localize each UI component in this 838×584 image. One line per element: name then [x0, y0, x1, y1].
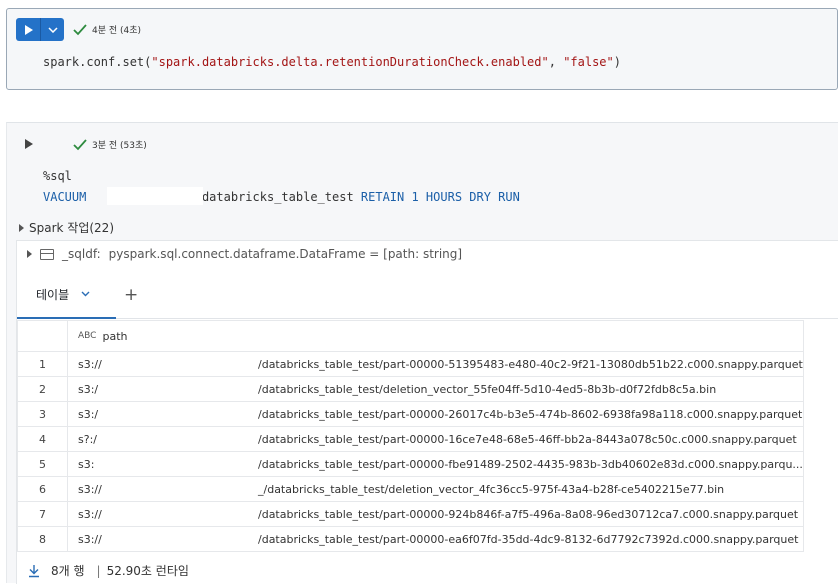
play-icon[interactable] [24, 139, 34, 149]
code-line-magic[interactable]: %sql [43, 169, 72, 183]
path-value: /databricks_table_test/part-00000-16ce7e… [258, 432, 797, 446]
path-scheme: s?:/ [78, 432, 97, 446]
row-count: 8개 행 [51, 564, 85, 578]
result-panel: _sqldf: pyspark.sql.connect.dataframe.Da… [16, 240, 838, 584]
row-number: 1 [17, 351, 68, 377]
tab-label: 테이블 [36, 287, 70, 302]
row-number: 8 [17, 526, 68, 552]
play-icon[interactable] [16, 18, 40, 41]
path-value: /databricks_table_test/part-00000-26017c… [258, 407, 803, 421]
path-cell[interactable]: s3:// /databricks_table_test/part-00000-e… [67, 526, 804, 552]
plus-icon[interactable]: + [124, 285, 138, 305]
row-number: 2 [17, 376, 68, 402]
runtime-text: 52.90초 런타임 [106, 564, 189, 578]
path-value: /databricks_table_test/part-00000-ea6f07… [258, 532, 799, 546]
code-token: , [548, 55, 564, 69]
table-row[interactable]: 3 s3:/ /databricks_table_test/part-00000-2… [17, 401, 804, 427]
column-header-path[interactable]: ABC path [67, 320, 804, 352]
download-icon[interactable] [27, 564, 41, 578]
result-footer: 8개 행 | 52.90초 런타임 [27, 562, 189, 579]
sql-keyword: RETAIN 1 HOURS DRY RUN [360, 190, 520, 204]
path-cell[interactable]: s3:// /databricks_table_test/part-00000-9… [67, 501, 804, 527]
row-number-header [17, 320, 68, 352]
code-line[interactable]: spark.conf.set("spark.databricks.delta.r… [43, 55, 621, 69]
magic-command: %sql [43, 169, 72, 183]
table-icon [40, 248, 54, 260]
code-token: spark.conf.set( [43, 55, 152, 69]
path-value: /databricks_table_test/part-00000-924b84… [258, 507, 799, 521]
dataframe-type: pyspark.sql.connect.dataframe.DataFrame … [108, 247, 463, 261]
row-number: 3 [17, 401, 68, 427]
cell-status: 4분 전 (4초) [73, 23, 141, 36]
path-scheme: s3:// [78, 507, 102, 521]
path-scheme: s3:/ [78, 407, 99, 421]
row-number: 6 [17, 476, 68, 502]
row-number: 5 [17, 451, 68, 477]
path-cell[interactable]: s3: /databricks_table_test/part-00000-fbe… [67, 451, 804, 477]
table-row[interactable]: 5 s3: /databricks_table_test/part-00000-fb… [17, 451, 804, 477]
path-scheme: s3: [78, 457, 95, 471]
path-cell[interactable]: s3:/ /databricks_table_test/part-00000-26… [67, 401, 804, 427]
notebook-cell-2[interactable]: 3분 전 (53초) %sql VACUUM databricks_table_… [6, 122, 838, 584]
caret-right-icon [27, 250, 32, 258]
path-value: /databricks_table_test/part-00000-513954… [258, 357, 803, 371]
dataframe-name: _sqldf: [62, 247, 101, 261]
row-number: 7 [17, 501, 68, 527]
path-cell[interactable]: s3:/ /databricks_table_test/deletion_vect… [67, 376, 804, 402]
code-string: "false" [563, 55, 614, 69]
dataframe-schema-toggle[interactable]: _sqldf: pyspark.sql.connect.dataframe.Da… [27, 247, 462, 261]
table-row[interactable]: 4 s?:/ /databricks_table_test/part-00000-1… [17, 426, 804, 452]
cell-status-text: 3분 전 (53초) [92, 141, 147, 151]
run-cell-button[interactable] [16, 18, 64, 41]
spark-jobs-label: Spark 작업(22) [29, 221, 114, 235]
table-header-row: ABC path [17, 320, 804, 352]
path-scheme: s3:/ [78, 382, 99, 396]
table-row[interactable]: 6 s3:// _/databricks_table_test/deletion_v… [17, 476, 804, 502]
path-cell[interactable]: s?:/ /databricks_table_test/part-00000-16… [67, 426, 804, 452]
check-icon [73, 138, 87, 150]
sql-keyword: VACUUM [43, 190, 87, 204]
cell-status: 3분 전 (53초) [73, 138, 147, 151]
path-value: _/databricks_table_test/deletion_vector_… [258, 482, 725, 496]
caret-right-icon [19, 223, 24, 232]
redaction [107, 187, 203, 205]
table-row[interactable]: 2 s3:/ /databricks_table_test/deletion_vec… [17, 376, 804, 402]
row-number: 4 [17, 426, 68, 452]
column-header-label: path [102, 329, 128, 343]
abc-type-icon: ABC [78, 331, 97, 341]
sql-table-name: databricks_table_test [201, 190, 354, 204]
table-row[interactable]: 8 s3:// /databricks_table_test/part-00000-… [17, 526, 804, 552]
footer-separator: | [96, 563, 101, 578]
table-row[interactable]: 7 s3:// /databricks_table_test/part-00000-… [17, 501, 804, 527]
path-scheme: s3:// [78, 532, 102, 546]
spark-jobs-toggle[interactable]: Spark 작업(22) [19, 219, 114, 236]
notebook-cell-1[interactable]: 4분 전 (4초) spark.conf.set("spark.databric… [6, 8, 838, 90]
results-table: ABC path 1 s3:// /databricks_table_test/pa… [17, 320, 804, 552]
code-token: ) [613, 55, 621, 69]
chevron-down-icon[interactable] [41, 18, 64, 41]
path-scheme: s3:// [78, 357, 102, 371]
tab-table[interactable]: 테이블 [17, 271, 116, 319]
path-cell[interactable]: s3:// /databricks_table_test/part-00000-5… [67, 351, 804, 377]
path-scheme: s3:// [78, 482, 102, 496]
code-string: "spark.databricks.delta.retentionDuratio… [151, 55, 549, 69]
check-icon [73, 23, 87, 35]
result-tabs: 테이블 + [17, 271, 838, 319]
path-value: /databricks_table_test/deletion_vector_5… [258, 382, 717, 396]
cell-status-text: 4분 전 (4초) [92, 26, 142, 36]
table-row[interactable]: 1 s3:// /databricks_table_test/part-00000-… [17, 351, 804, 377]
path-cell[interactable]: s3:// _/databricks_table_test/deletion_ve… [67, 476, 804, 502]
chevron-down-icon[interactable] [81, 291, 90, 297]
path-value: /databricks_table_test/part-00000-fbe914… [258, 457, 803, 471]
